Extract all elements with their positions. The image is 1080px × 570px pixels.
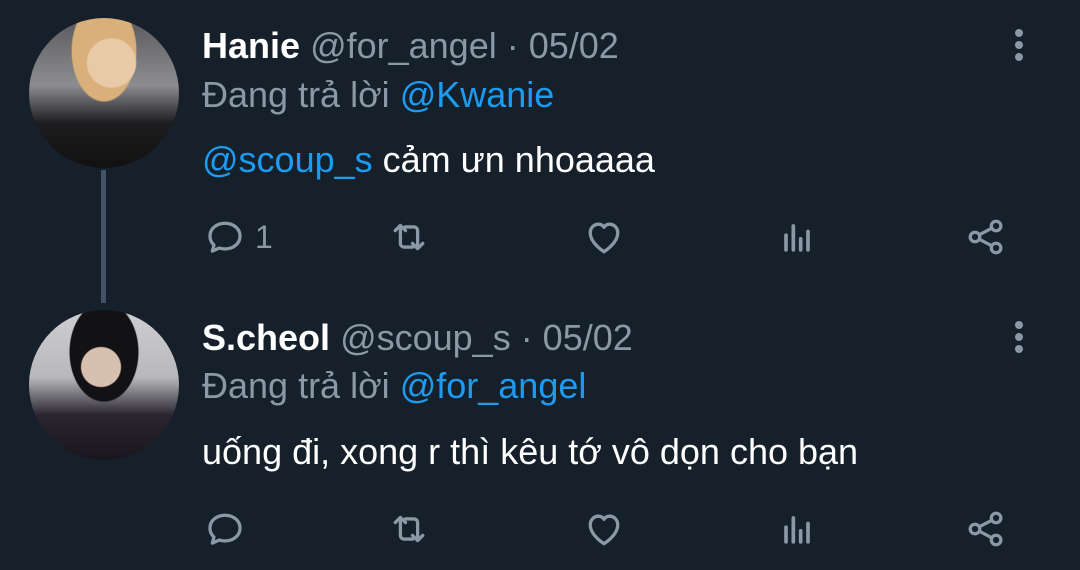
share-button[interactable] [964,504,1008,554]
reply-icon [208,221,242,253]
retweet-icon [393,223,425,251]
share-icon [968,219,1003,255]
tweet-body: cảm ưn nhoaaaa [382,139,655,180]
user-avatar[interactable] [29,310,179,460]
text-mention[interactable]: @scoup_s [202,139,373,180]
heart-icon [588,514,620,546]
more-vertical-icon[interactable] [1008,26,1030,66]
share-icon [968,511,1003,547]
analytics-icon [784,516,810,544]
like-button[interactable] [582,212,626,262]
tweet-body: uống đi, xong r thì kêu tớ vô dọn cho bạ… [202,431,859,472]
retweet-button[interactable] [387,504,431,554]
reply-button[interactable] [203,504,255,554]
reply-context: Đang trả lời @Kwanie [202,75,554,115]
tweet-header: Hanie @for_angel · 05/02 [202,26,619,66]
tweet-actions [0,504,1080,554]
tweet-text: uống đi, xong r thì kêu tớ vô dọn cho bạ… [202,432,858,472]
analytics-button[interactable] [775,212,819,262]
reply-to-mention[interactable]: @Kwanie [400,74,555,115]
more-vertical-icon[interactable] [1008,318,1030,358]
tweet-header: S.cheol @scoup_s · 05/02 [202,318,633,358]
retweet-button[interactable] [387,212,431,262]
display-name[interactable]: Hanie [202,25,300,66]
display-name[interactable]: S.cheol [202,317,330,358]
reply-icon [208,513,242,545]
handle-and-date: @for_angel · 05/02 [310,25,619,66]
handle-and-date: @scoup_s · 05/02 [340,317,633,358]
reply-prefix: Đang trả lời [202,365,390,406]
tweet[interactable]: Hanie @for_angel · 05/02 Đang trả lời @K… [0,0,1080,300]
tweet-text: @scoup_s cảm ưn nhoaaaa [202,140,655,180]
reply-count: 1 [255,218,273,255]
share-button[interactable] [964,212,1008,262]
reply-prefix: Đang trả lời [202,74,390,115]
like-button[interactable] [582,504,626,554]
reply-context: Đang trả lời @for_angel [202,366,586,406]
user-avatar[interactable] [29,18,179,168]
reply-to-mention[interactable]: @for_angel [400,365,587,406]
tweet-actions: 1 [0,212,1080,262]
tweet[interactable]: S.cheol @scoup_s · 05/02 Đang trả lời @f… [0,300,1080,570]
analytics-button[interactable] [775,504,819,554]
reply-button[interactable]: 1 [203,212,273,262]
analytics-icon [784,224,810,252]
heart-icon [588,222,620,254]
retweet-icon [393,515,425,543]
